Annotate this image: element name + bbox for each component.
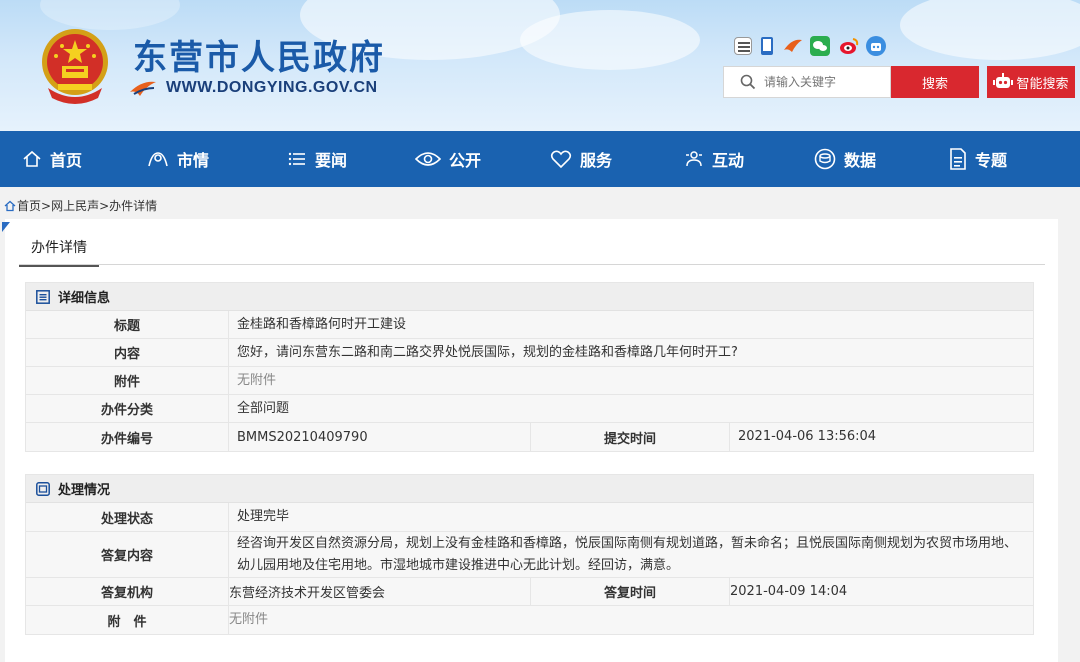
swoosh-logo-icon — [130, 81, 156, 96]
panel-tab[interactable]: 办件详情 — [19, 237, 99, 267]
attachment-label: 附件 — [26, 367, 229, 394]
main-nav: 首页 市情 要闻 公开 服务 互动 数据 专题 — [0, 131, 1080, 187]
nav-label: 公开 — [448, 151, 481, 170]
breadcrumb-current: 办件详情 — [109, 199, 158, 213]
category-value: 全部问题 — [237, 400, 290, 416]
table-row: 附 件 无附件 — [26, 606, 1033, 634]
city-icon — [147, 149, 169, 169]
handling-section: 处理情况 处理状态 处理完毕 答复内容 经咨询开发区自然资源分局，规划上没有金桂… — [25, 474, 1034, 635]
attachment-value: 无附件 — [237, 372, 277, 388]
wechat-icon[interactable] — [810, 36, 830, 56]
search-input[interactable] — [764, 75, 884, 89]
weibo-icon[interactable] — [838, 36, 859, 56]
reply-value: 经咨询开发区自然资源分局，规划上没有金桂路和香樟路，悦辰国际南侧有规划道路，暂未… — [237, 535, 1018, 573]
document-icon — [949, 148, 967, 170]
content-label: 内容 — [26, 339, 229, 366]
app-icon[interactable] — [782, 36, 802, 56]
detail-section-header: 详细信息 — [26, 283, 1033, 311]
nav-item-news[interactable]: 要闻 — [252, 131, 382, 187]
reply-time-label: 答复时间 — [530, 578, 730, 605]
site-title[interactable]: 东营市人民政府 — [133, 30, 385, 79]
panel-divider — [19, 264, 1045, 265]
site-url-row: WWW.DONGYING.GOV.CN — [128, 78, 378, 98]
note-icon — [36, 481, 50, 496]
list-box-icon — [36, 289, 50, 304]
nav-label: 专题 — [974, 151, 1007, 170]
title-value: 金桂路和香樟路何时开工建设 — [237, 316, 407, 332]
national-emblem-icon[interactable] — [38, 26, 112, 106]
nav-item-home[interactable]: 首页 — [0, 131, 104, 187]
table-row: 答复机构 东营经济技术开发区管委会 答复时间 2021-04-09 14:04 — [26, 578, 1033, 606]
nav-item-public[interactable]: 公开 — [382, 131, 514, 187]
content-value: 您好，请问东营东二路和南二路交界处悦辰国际，规划的金桂路和香樟路几年何时开工? — [237, 344, 738, 360]
nav-label: 要闻 — [314, 151, 347, 170]
nav-label: 互动 — [711, 151, 744, 170]
table-row: 内容 您好，请问东营东二路和南二路交界处悦辰国际，规划的金桂路和香樟路几年何时开… — [26, 339, 1033, 367]
handling-section-header: 处理情况 — [26, 475, 1033, 503]
heart-icon — [550, 149, 572, 169]
org-value: 东营经济技术开发区管委会 — [229, 586, 386, 601]
search-box[interactable] — [723, 66, 891, 98]
number-value: BMMS20210409790 — [237, 429, 368, 445]
category-label: 办件分类 — [26, 395, 229, 422]
nav-label: 服务 — [579, 151, 612, 170]
nav-item-topics[interactable]: 专题 — [910, 131, 1046, 187]
reply-time-value: 2021-04-09 14:04 — [730, 583, 848, 599]
table-row: 标题 金桂路和香樟路何时开工建设 — [26, 311, 1033, 339]
submit-time-label: 提交时间 — [530, 423, 730, 451]
social-icons — [734, 36, 886, 56]
nav-item-service[interactable]: 服务 — [514, 131, 648, 187]
nav-item-data[interactable]: 数据 — [780, 131, 910, 187]
eye-icon — [414, 149, 441, 169]
detail-section: 详细信息 标题 金桂路和香樟路何时开工建设 内容 您好，请问东营东二路和南二路交… — [25, 282, 1034, 452]
org-label: 答复机构 — [26, 578, 229, 605]
nav-label: 市情 — [176, 151, 209, 170]
breadcrumb-level2[interactable]: 网上民声 — [51, 197, 99, 214]
smart-search-button[interactable]: 智能搜索 — [987, 66, 1075, 98]
reply-label: 答复内容 — [26, 532, 229, 577]
status-value: 处理完毕 — [237, 509, 290, 524]
number-label: 办件编号 — [26, 423, 229, 451]
nav-item-interact[interactable]: 互动 — [648, 131, 780, 187]
handling-heading: 处理情况 — [58, 483, 111, 498]
submit-time-value: 2021-04-06 13:56:04 — [738, 429, 877, 444]
table-row: 处理状态 处理完毕 — [26, 503, 1033, 532]
table-row: 答复内容 经咨询开发区自然资源分局，规划上没有金桂路和香樟路，悦辰国际南侧有规划… — [26, 532, 1033, 578]
status-label: 处理状态 — [26, 503, 229, 531]
title-label: 标题 — [26, 311, 229, 338]
interact-icon — [684, 149, 704, 169]
table-row: 办件编号 BMMS20210409790 提交时间 2021-04-06 13:… — [26, 423, 1033, 451]
home-icon — [22, 149, 42, 169]
site-header: 东营市人民政府 WWW.DONGYING.GOV.CN 请输入关键字 搜索 智能… — [0, 0, 1080, 131]
nav-item-city[interactable]: 市情 — [104, 131, 252, 187]
nav-label: 数据 — [843, 151, 876, 170]
detail-panel: 办件详情 详细信息 标题 金桂路和香樟路何时开工建设 内容 您好，请问东营东二路… — [5, 219, 1058, 662]
header-cloud — [900, 0, 1080, 60]
smart-robot-icon — [993, 73, 1014, 88]
gov-service-icon[interactable] — [734, 37, 752, 55]
breadcrumb-home[interactable]: 首页 — [17, 197, 41, 214]
nav-label: 首页 — [49, 151, 82, 170]
site-url[interactable]: WWW.DONGYING.GOV.CN — [166, 79, 378, 97]
search-icon — [740, 74, 756, 90]
handling-attachment-label: 附 件 — [26, 606, 229, 634]
corner-marker — [2, 222, 10, 232]
handling-attachment-value: 无附件 — [229, 612, 269, 627]
header-cloud — [520, 10, 700, 70]
table-row: 附件 无附件 — [26, 367, 1033, 395]
breadcrumb: 首页 > 网上民声 > 办件详情 — [4, 197, 157, 214]
home-small-icon — [4, 200, 16, 211]
list-icon — [287, 149, 307, 169]
robot-icon[interactable] — [866, 36, 886, 56]
mobile-icon[interactable] — [760, 36, 774, 56]
breadcrumb-separator: > — [41, 198, 52, 213]
smart-search-label: 智能搜索 — [1016, 76, 1069, 92]
table-row: 办件分类 全部问题 — [26, 395, 1033, 423]
breadcrumb-separator: > — [99, 198, 110, 213]
search-button[interactable]: 搜索 — [891, 66, 979, 98]
data-icon — [814, 148, 836, 170]
detail-heading: 详细信息 — [58, 291, 111, 306]
